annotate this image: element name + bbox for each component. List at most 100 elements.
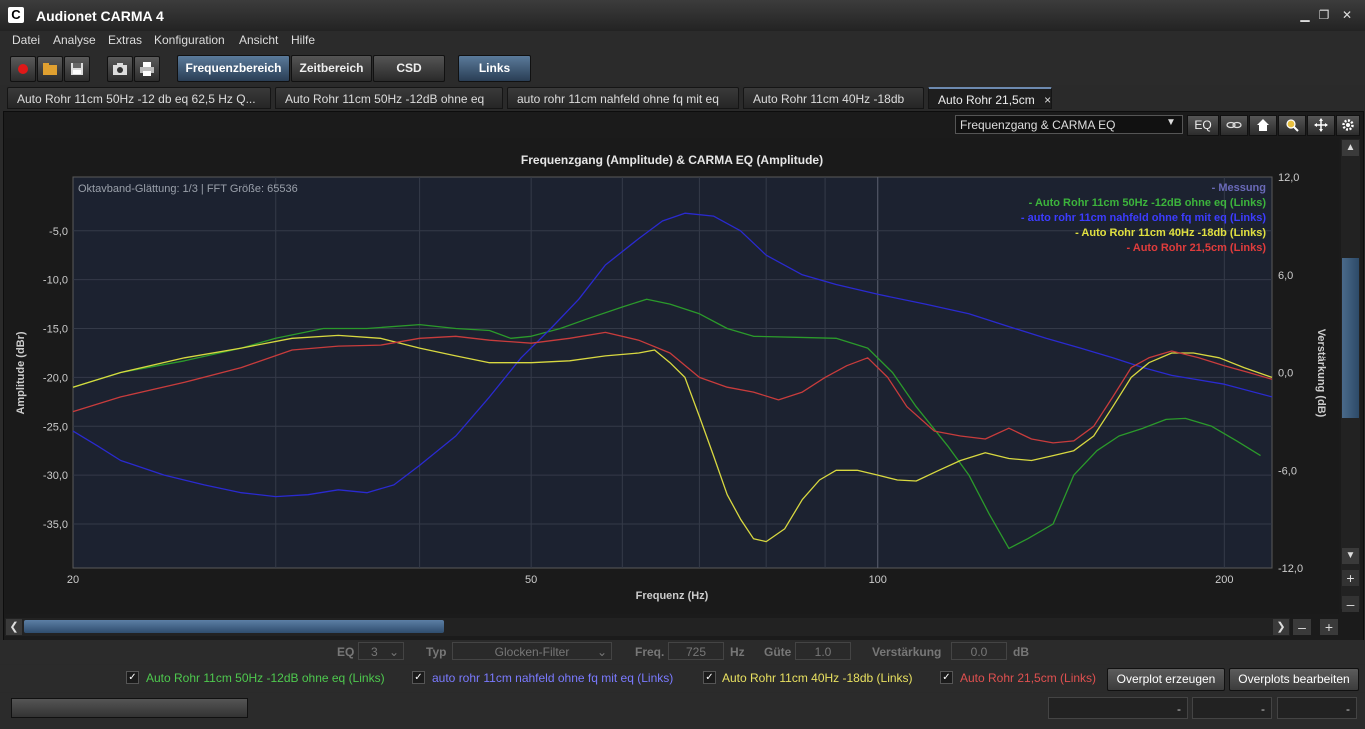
frequency-response-chart[interactable]: Frequenzgang (Amplitude) & CARMA EQ (Amp… [5, 138, 1339, 614]
chart-info: Oktavband-Glättung: 1/3 | FFT Größe: 655… [78, 183, 298, 195]
save-icon [71, 63, 83, 75]
overplot-checkbox-2[interactable]: ✓ [412, 671, 425, 684]
menu-datei[interactable]: Datei [12, 33, 40, 47]
edit-overplots-button[interactable]: Overplots bearbeiten [1229, 668, 1359, 691]
y2-axis-label: Verstärkung (dB) [1315, 329, 1327, 418]
eq-number-value: 3 [371, 645, 378, 659]
y2-tick-label: -6,0 [1278, 465, 1297, 477]
tab-measurement-2[interactable]: Auto Rohr 11cm 50Hz -12dB ohne eq [275, 87, 503, 109]
tab-measurement-5[interactable]: Auto Rohr 21,5cm × [928, 87, 1052, 109]
tab-measurement-4[interactable]: Auto Rohr 11cm 40Hz -18db [743, 87, 924, 109]
overplot-checkbox-1[interactable]: ✓ [126, 671, 139, 684]
folder-icon [43, 63, 57, 75]
gain-unit: dB [1013, 645, 1029, 659]
y2-tick-label: -12,0 [1278, 563, 1303, 575]
eq-button[interactable]: EQ [1187, 115, 1219, 136]
link-icon [1226, 121, 1242, 129]
y-tick-label: -30,0 [43, 470, 68, 482]
close-icon[interactable]: ✕ [1339, 8, 1355, 22]
y-tick-label: -25,0 [43, 421, 68, 433]
menu-ansicht[interactable]: Ansicht [239, 33, 278, 47]
settings-button[interactable] [1336, 115, 1360, 136]
overplot-label-2: auto rohr 11cm nahfeld ohne fq mit eq (L… [432, 671, 674, 685]
frequenzbereich-button[interactable]: Frequenzbereich [177, 55, 290, 82]
scroll-left-icon[interactable]: ❮ [6, 619, 22, 635]
menu-analyse[interactable]: Analyse [53, 33, 96, 47]
freq-unit: Hz [730, 645, 745, 659]
eq-number-select[interactable]: 3 ⌄ [358, 642, 404, 660]
overplot-checkbox-3[interactable]: ✓ [703, 671, 716, 684]
restore-icon[interactable]: ❐ [1316, 8, 1332, 22]
x-tick-label: 100 [869, 574, 887, 586]
horizontal-scroll-thumb[interactable] [24, 620, 444, 633]
camera-icon [113, 63, 127, 75]
home-button[interactable] [1249, 115, 1277, 136]
link-button[interactable] [1220, 115, 1248, 136]
csd-button[interactable]: CSD [373, 55, 445, 82]
open-button[interactable] [37, 56, 63, 82]
legend-entry: - Auto Rohr 11cm 50Hz -12dB ohne eq (Lin… [1029, 197, 1267, 209]
magnifier-icon [1286, 119, 1299, 132]
y-tick-label: -20,0 [43, 372, 68, 384]
h-zoom-out-icon[interactable]: – [1293, 619, 1311, 635]
y2-tick-label: 12,0 [1278, 172, 1299, 184]
menu-hilfe[interactable]: Hilfe [291, 33, 315, 47]
typ-label: Typ [426, 645, 447, 659]
scroll-down-icon[interactable]: ▼ [1342, 548, 1359, 564]
legend-entry: - Auto Rohr 11cm 40Hz -18db (Links) [1075, 227, 1266, 239]
x-axis-label: Frequenz (Hz) [636, 590, 709, 602]
scroll-up-icon[interactable]: ▲ [1342, 140, 1359, 156]
y2-tick-label: 0,0 [1278, 368, 1293, 380]
tab-measurement-1[interactable]: Auto Rohr 11cm 50Hz -12 db eq 62,5 Hz Q.… [7, 87, 271, 109]
scroll-right-icon[interactable]: ❯ [1273, 619, 1289, 635]
y-tick-label: -35,0 [43, 519, 68, 531]
chevron-down-icon: ▼ [1166, 117, 1176, 128]
minimize-icon[interactable]: ▁ [1297, 8, 1313, 22]
x-tick-label: 200 [1215, 574, 1233, 586]
create-overplot-button[interactable]: Overplot erzeugen [1107, 668, 1225, 691]
y-tick-label: -5,0 [49, 226, 68, 238]
move-icon [1314, 118, 1328, 132]
pan-button[interactable] [1307, 115, 1335, 136]
overplot-label-1: Auto Rohr 11cm 50Hz -12dB ohne eq (Links… [146, 671, 385, 685]
gear-icon [1342, 119, 1354, 131]
menu-konfiguration[interactable]: Konfiguration [154, 33, 225, 47]
y-axis-label: Amplitude (dBr) [15, 331, 27, 414]
vertical-scroll-thumb[interactable] [1342, 258, 1359, 418]
filter-type-value: Glocken-Filter [494, 645, 570, 659]
freq-label: Freq. [635, 645, 665, 659]
view-select[interactable]: Frequenzgang & CARMA EQ [955, 115, 1183, 134]
chart-title: Frequenzgang (Amplitude) & CARMA EQ (Amp… [521, 153, 823, 167]
screenshot-button[interactable] [107, 56, 133, 82]
record-button[interactable] [10, 56, 36, 82]
links-channel-button[interactable]: Links [458, 55, 531, 82]
print-button[interactable] [134, 56, 160, 82]
legend-entry: - Auto Rohr 21,5cm (Links) [1126, 242, 1266, 254]
chevron-down-icon: ⌄ [596, 645, 607, 659]
freq-input[interactable]: 725 [668, 642, 724, 660]
h-zoom-in-icon[interactable]: + [1320, 619, 1338, 635]
guete-input[interactable]: 1.0 [795, 642, 851, 660]
save-button[interactable] [64, 56, 90, 82]
overplot-checkbox-4[interactable]: ✓ [940, 671, 953, 684]
tab-close-icon[interactable]: × [1044, 93, 1051, 107]
menu-extras[interactable]: Extras [108, 33, 142, 47]
y2-tick-label: 6,0 [1278, 270, 1293, 282]
chart-area: Frequenzgang (Amplitude) & CARMA EQ (Amp… [5, 138, 1339, 614]
zoom-in-icon[interactable]: + [1342, 570, 1359, 586]
eq-label: EQ [337, 645, 355, 659]
zoom-button[interactable] [1278, 115, 1306, 136]
legend-entry: - Messung [1212, 182, 1266, 194]
x-tick-label: 20 [67, 574, 79, 586]
filter-type-select[interactable]: Glocken-Filter ⌄ [452, 642, 612, 660]
overplot-label-4: Auto Rohr 21,5cm (Links) [960, 671, 1097, 685]
x-tick-label: 50 [525, 574, 537, 586]
guete-label: Güte [764, 645, 792, 659]
y-tick-label: -15,0 [43, 324, 68, 336]
tab-measurement-3[interactable]: auto rohr 11cm nahfeld ohne fq mit eq [507, 87, 739, 109]
gain-input[interactable]: 0.0 [951, 642, 1007, 660]
zeitbereich-button[interactable]: Zeitbereich [291, 55, 372, 82]
legend-entry: - auto rohr 11cm nahfeld ohne fq mit eq … [1021, 212, 1266, 224]
zoom-out-icon[interactable]: – [1342, 596, 1359, 612]
progress-bar [11, 698, 248, 718]
